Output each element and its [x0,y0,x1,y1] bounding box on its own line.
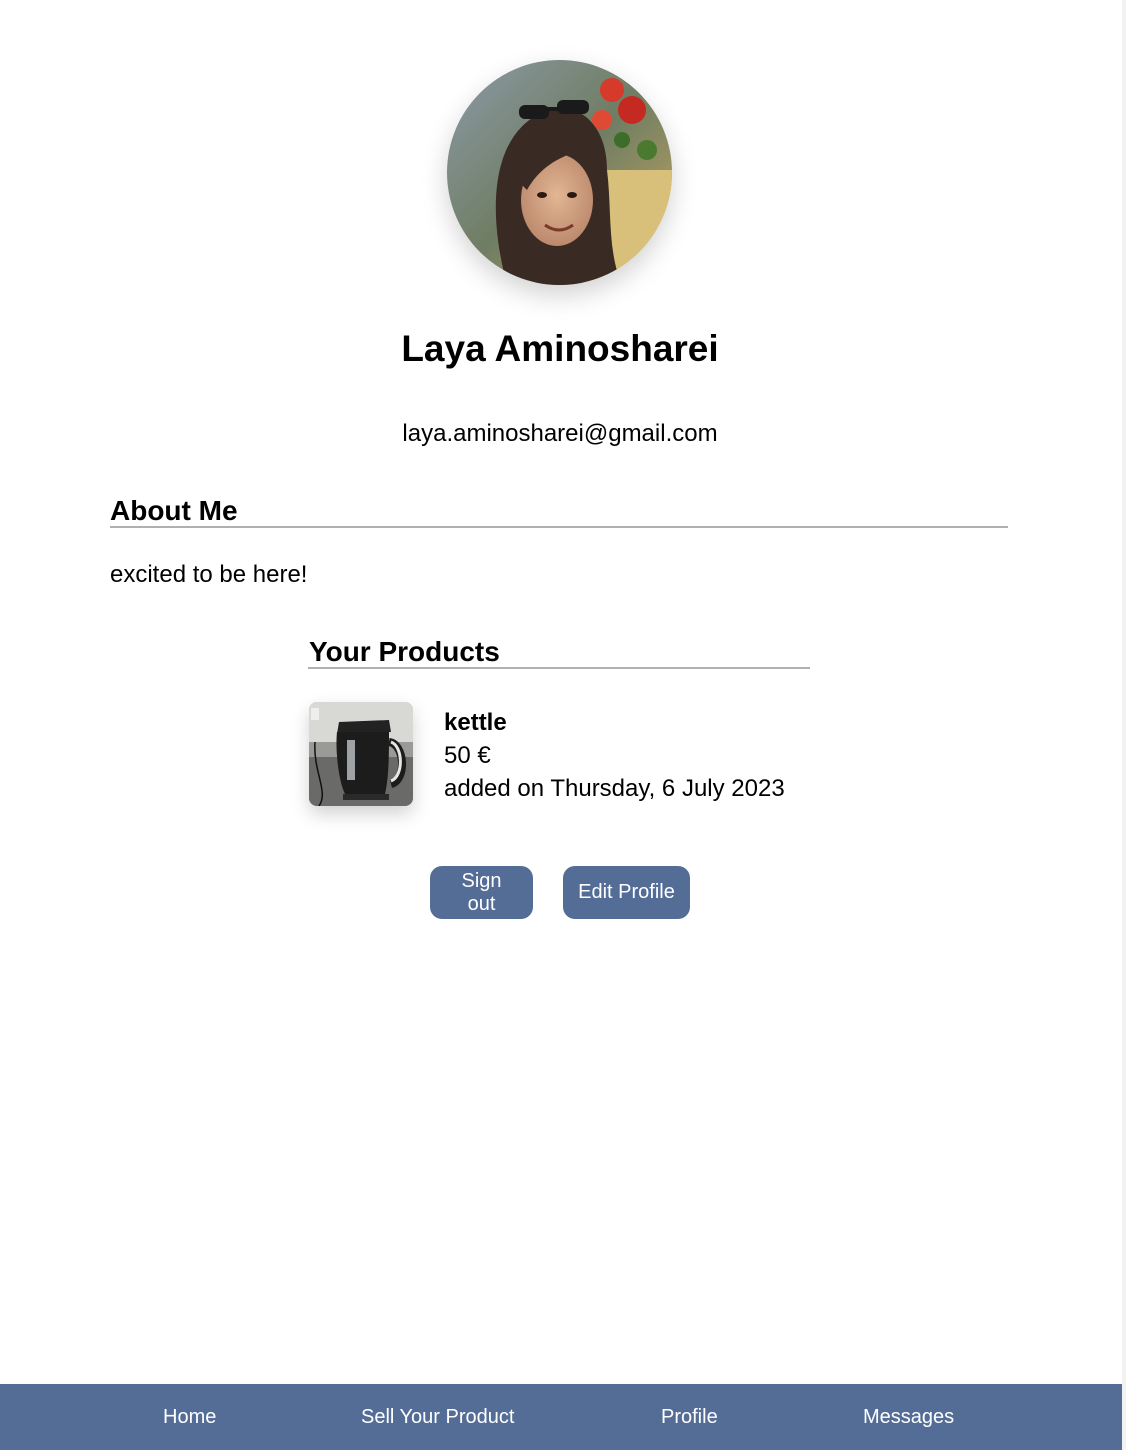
product-thumbnail[interactable] [309,702,413,806]
nav-home[interactable]: Home [163,1406,216,1429]
bottom-nav: Home Sell Your Product Profile Messages [0,1384,1122,1450]
product-date: added on Thursday, 6 July 2023 [444,775,785,802]
about-text: excited to be here! [110,561,308,588]
profile-email: laya.aminosharei@gmail.com [402,420,718,447]
kettle-photo-icon [309,702,413,806]
profile-avatar [447,60,672,285]
profile-name: Laya Aminosharei [401,328,719,369]
nav-messages[interactable]: Messages [863,1406,954,1429]
product-card[interactable]: kettle 50 € added on Thursday, 6 July 20… [309,702,829,806]
edit-profile-button[interactable]: Edit Profile [563,866,690,919]
user-photo-icon [447,60,672,285]
nav-sell-product[interactable]: Sell Your Product [361,1406,514,1429]
nav-profile[interactable]: Profile [661,1406,718,1429]
scrollbar-track[interactable] [1122,0,1126,1450]
products-heading: Your Products [309,636,500,667]
sign-out-button[interactable]: Sign out [430,866,533,919]
product-price: 50 € [444,742,491,769]
product-title[interactable]: kettle [444,706,785,739]
about-heading: About Me [110,495,238,526]
profile-page: Laya Aminosharei laya.aminosharei@gmail.… [0,0,1126,1450]
product-info: kettle 50 € added on Thursday, 6 July 20… [444,706,785,805]
about-divider [110,526,1008,528]
products-divider [308,667,810,669]
